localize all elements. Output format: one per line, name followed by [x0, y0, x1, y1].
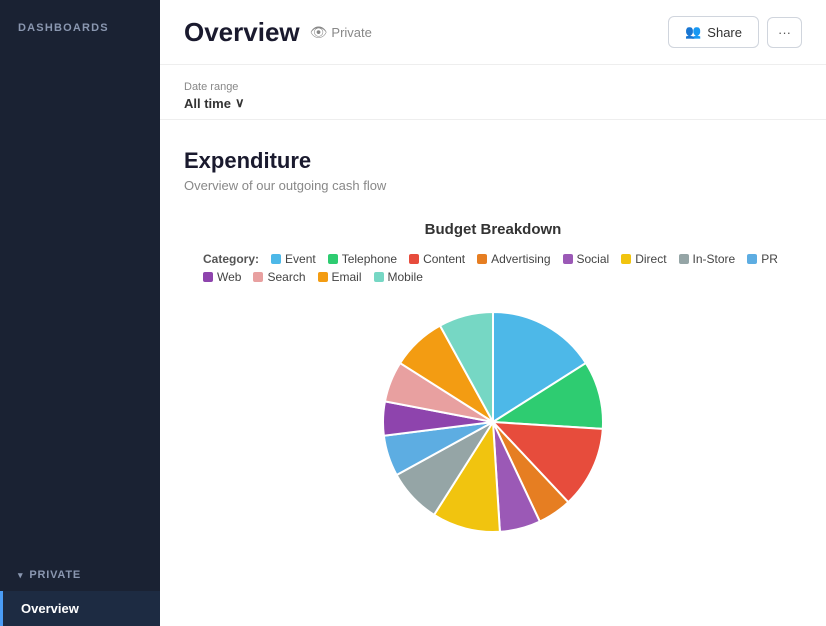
legend-item: Advertising — [477, 252, 550, 266]
legend-item-label: Web — [217, 270, 241, 284]
share-icon: 👥 — [685, 24, 701, 40]
legend-item-label: Social — [577, 252, 610, 266]
legend-item-label: Direct — [635, 252, 666, 266]
legend-item: Content — [409, 252, 465, 266]
section-subtitle: Overview of our outgoing cash flow — [184, 178, 802, 193]
legend-item: Telephone — [328, 252, 397, 266]
legend-item: Direct — [621, 252, 666, 266]
more-options-button[interactable]: ··· — [767, 17, 802, 48]
sidebar-section-label: PRIVATE — [29, 569, 81, 581]
legend-item: Email — [318, 270, 362, 284]
legend-dot — [374, 272, 384, 282]
sidebar-header: DASHBOARDS — [0, 0, 160, 52]
legend-item-label: Mobile — [388, 270, 423, 284]
pie-chart-svg — [373, 302, 613, 542]
legend-dot — [563, 254, 573, 264]
chart-title: Budget Breakdown — [425, 221, 562, 238]
header-actions: 👥 Share ··· — [668, 16, 802, 48]
legend-dot — [409, 254, 419, 264]
privacy-label: Private — [331, 25, 371, 40]
legend-item: Web — [203, 270, 241, 284]
legend-item-label: Content — [423, 252, 465, 266]
section-title: Expenditure — [184, 148, 802, 174]
legend-dot — [747, 254, 757, 264]
legend-item-label: Telephone — [342, 252, 397, 266]
content-area: Expenditure Overview of our outgoing cas… — [160, 120, 826, 570]
sidebar: DASHBOARDS ▾ PRIVATE Overview — [0, 0, 160, 626]
page-title: Overview — [184, 17, 300, 48]
share-button[interactable]: 👥 Share — [668, 16, 759, 48]
legend-item-label: Event — [285, 252, 316, 266]
legend-dot — [328, 254, 338, 264]
share-label: Share — [707, 25, 742, 40]
legend-item-label: Advertising — [491, 252, 550, 266]
legend-dot — [477, 254, 487, 264]
legend-item-label: Search — [267, 270, 305, 284]
chevron-down-icon: ▾ — [18, 570, 23, 581]
legend-item: Mobile — [374, 270, 423, 284]
sidebar-section-private[interactable]: ▾ PRIVATE — [0, 559, 160, 591]
legend-dot — [679, 254, 689, 264]
legend-item-label: In-Store — [693, 252, 736, 266]
page-header: Overview 👁 Private 👥 Share ··· — [160, 0, 826, 65]
legend-category-label: Category: — [203, 252, 259, 266]
chevron-down-icon: ∨ — [235, 95, 245, 111]
legend-item: Event — [271, 252, 316, 266]
legend-item: In-Store — [679, 252, 736, 266]
sidebar-item-overview[interactable]: Overview — [0, 591, 160, 626]
chart-legend: Category: Event Telephone Content Advertisi… — [203, 252, 783, 284]
date-range-selector[interactable]: All time ∨ — [184, 95, 802, 111]
legend-dot — [318, 272, 328, 282]
main-content: Overview 👁 Private 👥 Share ··· Date rang… — [160, 0, 826, 626]
legend-item: Social — [563, 252, 610, 266]
date-range-value: All time — [184, 96, 231, 111]
eye-icon: 👁 — [310, 24, 328, 41]
pie-chart — [373, 302, 613, 542]
chart-container: Budget Breakdown Category: Event Telephon… — [184, 221, 802, 542]
legend-dot — [621, 254, 631, 264]
legend-item-label: Email — [332, 270, 362, 284]
legend-item-label: PR — [761, 252, 778, 266]
date-range-section: Date range All time ∨ — [160, 65, 826, 120]
legend-dot — [203, 272, 213, 282]
legend-item: Search — [253, 270, 305, 284]
legend-dot — [271, 254, 281, 264]
legend-item: PR — [747, 252, 778, 266]
legend-dot — [253, 272, 263, 282]
date-range-label: Date range — [184, 81, 802, 93]
privacy-indicator: 👁 Private — [310, 24, 372, 41]
